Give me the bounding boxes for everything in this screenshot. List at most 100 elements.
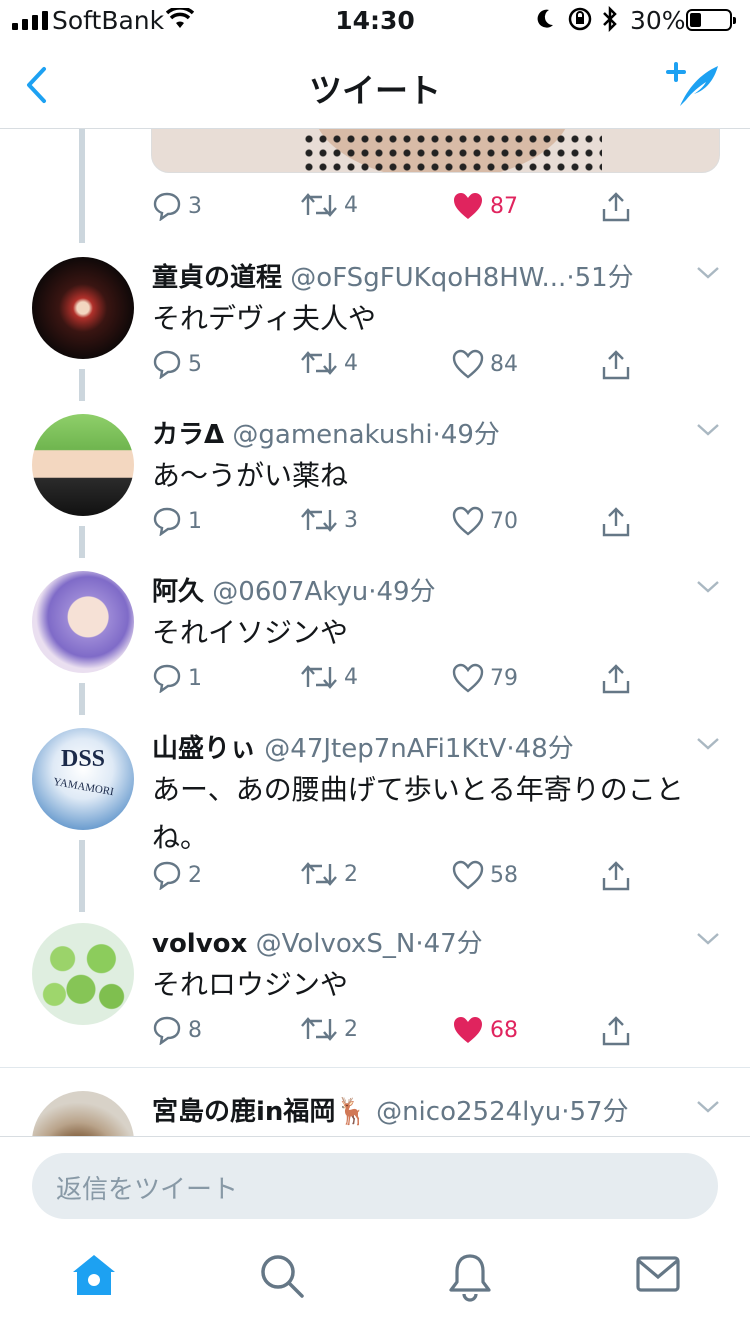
tweet-actions: 1 3 70 [152, 506, 652, 546]
home-icon[interactable] [70, 1252, 118, 1298]
share-button[interactable] [600, 663, 632, 695]
avatar[interactable] [32, 1091, 134, 1136]
reply-input[interactable]: 返信をツイート [32, 1153, 718, 1219]
avatar[interactable] [32, 257, 134, 359]
tweet-text: あ〜うがい薬ね [152, 459, 349, 492]
navigation-bar: ツイート [0, 40, 750, 129]
user-handle[interactable]: @gamenakushi [232, 420, 432, 450]
chevron-down-icon[interactable] [696, 422, 720, 438]
reply-count: 5 [188, 351, 202, 377]
retweet-button[interactable]: 4 [300, 663, 358, 691]
like-button[interactable]: 79 [452, 663, 518, 693]
retweet-button[interactable]: 3 [300, 506, 358, 534]
tweet-text: それデヴィ夫人や [152, 302, 377, 335]
avatar[interactable] [32, 571, 134, 673]
chevron-down-icon[interactable] [696, 931, 720, 947]
share-button[interactable] [600, 1015, 632, 1047]
chevron-down-icon[interactable] [696, 265, 720, 281]
retweet-button[interactable]: 4 [300, 191, 358, 219]
heart-icon [452, 663, 484, 693]
chevron-down-icon[interactable] [696, 736, 720, 752]
retweet-count: 2 [344, 861, 358, 887]
like-button[interactable]: 87 [452, 191, 518, 221]
messages-icon[interactable] [634, 1252, 682, 1296]
tweet-time: 47分 [423, 929, 483, 959]
share-button[interactable] [600, 191, 632, 223]
retweet-button[interactable]: 2 [300, 1015, 358, 1043]
display-name[interactable]: 童貞の道程 [152, 263, 282, 293]
share-button[interactable] [600, 860, 632, 892]
tweet-time: 57分 [569, 1097, 629, 1127]
display-name[interactable]: volvox [152, 929, 247, 959]
battery-percent: 30% [630, 6, 686, 35]
retweet-icon [301, 193, 337, 217]
reply-icon [153, 507, 181, 536]
tweet-header: volvox @VolvoxS_N·47分 [152, 929, 483, 959]
tweet-text: それイソジンや [152, 616, 349, 649]
display-name[interactable]: カラΔ [152, 420, 224, 450]
reply-count: 8 [188, 1017, 202, 1043]
search-icon[interactable] [258, 1252, 306, 1300]
avatar[interactable]: DSS YAMAMORI [32, 728, 134, 830]
display-name[interactable]: 山盛りぃ [152, 734, 256, 764]
reply-button[interactable]: 1 [152, 663, 202, 693]
like-count: 87 [490, 193, 518, 219]
compose-tweet-icon[interactable] [666, 60, 722, 110]
tweet-header: 山盛りぃ @47Jtep7nAFi1KtV·48分 [152, 734, 574, 764]
share-icon [602, 861, 630, 891]
like-count: 70 [490, 508, 518, 534]
retweet-count: 2 [344, 1016, 358, 1042]
user-handle[interactable]: @47Jtep7nAFi1KtV [264, 734, 506, 764]
like-button[interactable]: 68 [452, 1015, 518, 1045]
reply-count: 1 [188, 508, 202, 534]
reply-button[interactable]: 1 [152, 506, 202, 536]
like-count: 84 [490, 351, 518, 377]
reply-button[interactable]: 8 [152, 1015, 202, 1045]
avatar[interactable] [32, 923, 134, 1025]
reply-icon [153, 350, 181, 379]
user-handle[interactable]: @VolvoxS_N [256, 929, 416, 959]
tweet-media-image[interactable] [151, 129, 720, 173]
heart-icon [452, 349, 484, 379]
retweet-icon [301, 862, 337, 886]
chevron-down-icon[interactable] [696, 579, 720, 595]
avatar[interactable] [32, 414, 134, 516]
like-button[interactable]: 70 [452, 506, 518, 536]
retweet-button[interactable]: 4 [300, 349, 358, 377]
page-title: ツイート [309, 71, 441, 110]
like-count: 79 [490, 665, 518, 691]
svg-text:YAMAMORI: YAMAMORI [52, 776, 115, 798]
user-handle[interactable]: @0607Akyu [212, 577, 368, 607]
bluetooth-icon [603, 6, 617, 32]
like-count: 58 [490, 862, 518, 888]
like-button[interactable]: 58 [452, 860, 518, 890]
tab-bar [0, 1234, 750, 1334]
reply-icon [153, 1016, 181, 1045]
moon-icon [537, 9, 553, 28]
reply-button[interactable]: 3 [152, 191, 202, 221]
share-button[interactable] [600, 349, 632, 381]
battery-icon [686, 9, 736, 31]
reply-count: 2 [188, 862, 202, 888]
share-icon [602, 507, 630, 537]
retweet-count: 4 [344, 350, 358, 376]
share-button[interactable] [600, 506, 632, 538]
share-icon [602, 192, 630, 222]
chevron-down-icon[interactable] [696, 1099, 720, 1115]
notifications-icon[interactable] [446, 1252, 494, 1302]
reply-button[interactable]: 2 [152, 860, 202, 890]
status-bar: SoftBank 14:30 30% [0, 0, 750, 40]
heart-filled-icon [454, 1017, 482, 1043]
reply-button[interactable]: 5 [152, 349, 202, 379]
reply-icon [153, 861, 181, 890]
heart-icon [452, 506, 484, 536]
share-icon [602, 350, 630, 380]
display-name[interactable]: 阿久 [152, 577, 204, 607]
user-handle[interactable]: @oFSgFUKqoH8HW... [290, 263, 566, 293]
retweet-button[interactable]: 2 [300, 860, 358, 888]
reply-thread[interactable]: 3 4 87 童貞の道程 @oFSgFUKqoH8HW...·51分 それデヴィ… [0, 129, 750, 1136]
like-button[interactable]: 84 [452, 349, 518, 379]
reply-count: 3 [188, 193, 202, 219]
user-handle[interactable]: @nico2524lyu [376, 1097, 561, 1127]
display-name[interactable]: 宮島の鹿in福岡 [152, 1097, 335, 1127]
